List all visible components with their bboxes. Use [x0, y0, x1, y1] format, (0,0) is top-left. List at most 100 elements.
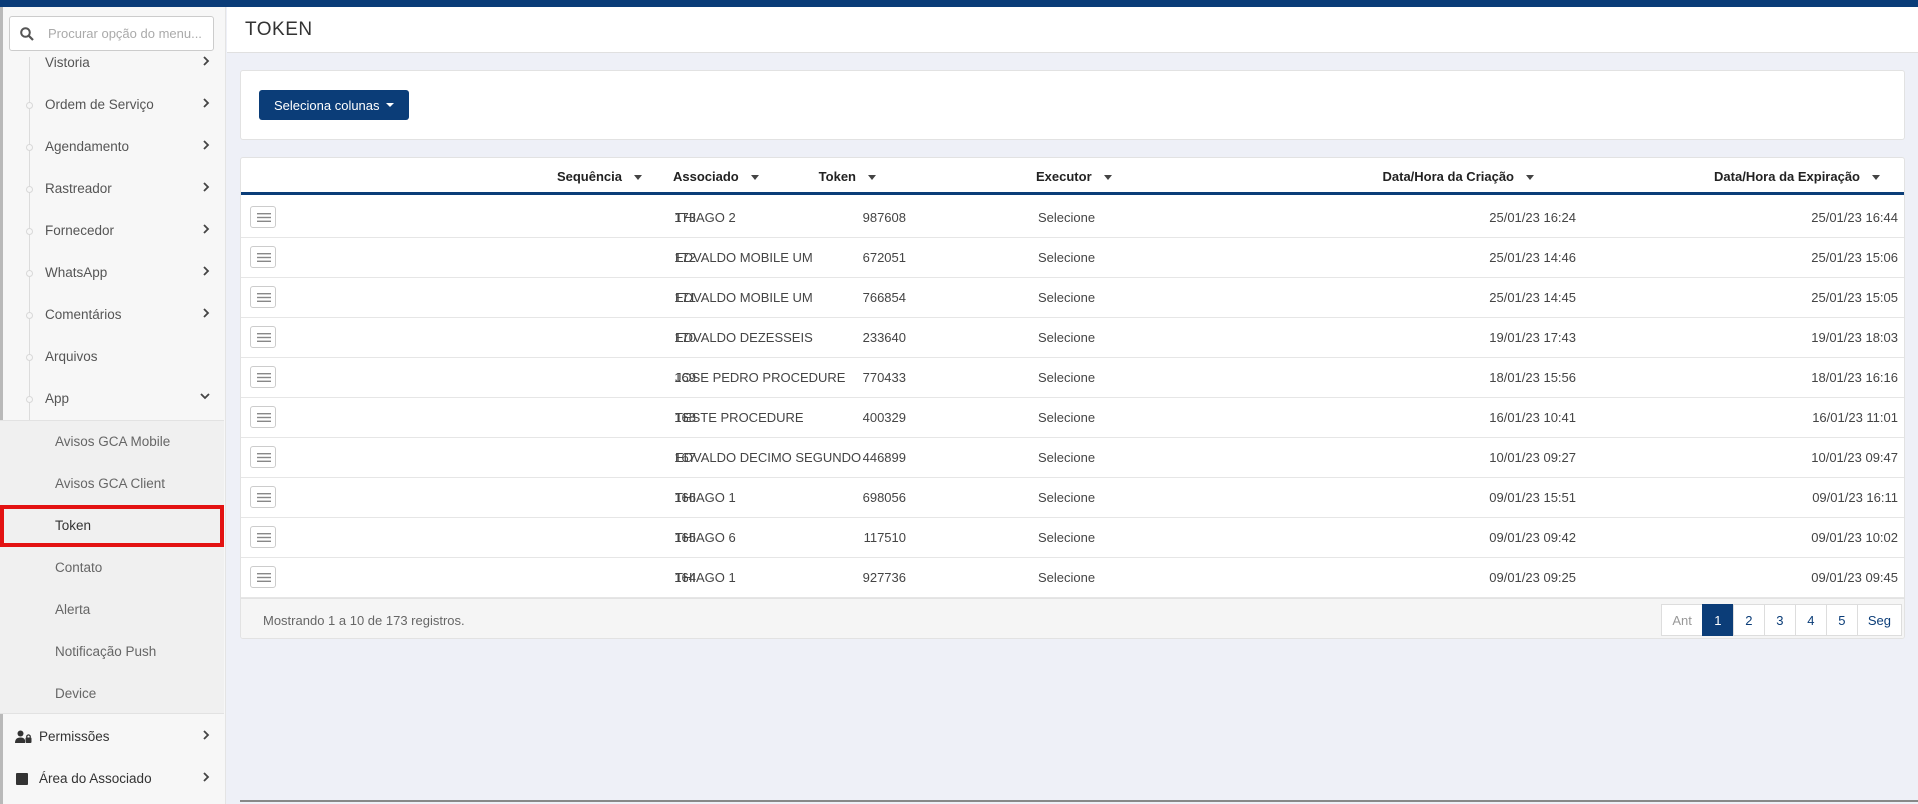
sidebar-item-area-associado[interactable]: Área do Associado [0, 758, 224, 800]
cell-executor[interactable]: Selecione [1038, 570, 1095, 585]
pagination-page-2[interactable]: 2 [1732, 604, 1765, 636]
cell-token: 770433 [862, 370, 906, 385]
submenu-item-avisos-gca-client[interactable]: Avisos GCA Client [0, 463, 224, 505]
table-row[interactable]: 173 987608 THIAGO 2 Selecione 25/01/23 16:24… [241, 198, 1904, 238]
sort-caret-icon [868, 175, 876, 181]
row-actions-button[interactable] [250, 206, 276, 228]
sort-caret-icon [634, 175, 642, 181]
cell-associado: EDVALDO MOBILE UM [675, 290, 813, 305]
column-header-sequencia[interactable]: Sequência [557, 169, 642, 184]
cell-data-criacao: 09/01/23 09:25 [1489, 570, 1576, 585]
submenu-item-alerta[interactable]: Alerta [0, 589, 224, 631]
row-actions-button[interactable] [250, 246, 276, 268]
submenu-item-label: Device [55, 686, 97, 701]
sidebar-item-label: App [45, 391, 70, 406]
menu-lines-icon [257, 253, 271, 262]
cell-executor[interactable]: Selecione [1038, 370, 1095, 385]
pagination-prev[interactable]: Ant [1661, 604, 1703, 636]
table-row[interactable]: 168 400329 TESTE PROCEDURE Selecione 16/01/2… [241, 398, 1904, 438]
table-row[interactable]: 165 117510 THIAGO 6 Selecione 09/01/23 09:42… [241, 518, 1904, 558]
sidebar-item-label: Fornecedor [45, 223, 115, 238]
row-actions-button[interactable] [250, 486, 276, 508]
row-actions-button[interactable] [250, 286, 276, 308]
cell-data-criacao: 25/01/23 14:45 [1489, 290, 1576, 305]
sidebar-item-label: Área do Associado [39, 771, 152, 786]
sidebar-item-fornecedor[interactable]: Fornecedor [0, 210, 224, 252]
cell-executor[interactable]: Selecione [1038, 450, 1095, 465]
table-header: Sequência Token Associado Executor Data/… [241, 158, 1904, 195]
sidebar-item-vistoria[interactable]: Vistoria [0, 42, 224, 84]
cell-executor[interactable]: Selecione [1038, 290, 1095, 305]
chevron-right-icon [203, 730, 210, 740]
column-header-label: Sequência [556, 169, 622, 184]
submenu-item-avisos-gca-mobile[interactable]: Avisos GCA Mobile [0, 421, 224, 463]
sidebar-item-permissoes[interactable]: Permissões [0, 716, 224, 758]
cell-executor[interactable]: Selecione [1038, 490, 1095, 505]
cell-executor[interactable]: Selecione [1038, 410, 1095, 425]
column-header-executor[interactable]: Executor [1036, 169, 1112, 184]
sidebar-item-label: Arquivos [45, 349, 98, 364]
submenu-item-device[interactable]: Device [0, 673, 224, 715]
select-columns-button[interactable]: Seleciona colunas [259, 90, 409, 120]
table-row[interactable]: 170 233640 EDVALDO DEZESSEIS Selecione 19/01… [241, 318, 1904, 358]
row-actions-button[interactable] [250, 446, 276, 468]
cell-executor[interactable]: Selecione [1038, 210, 1095, 225]
cell-executor[interactable]: Selecione [1038, 250, 1095, 265]
column-header-associado[interactable]: Associado [673, 169, 759, 184]
column-header-token[interactable]: Token [819, 169, 876, 184]
sidebar-item-arquivos[interactable]: Arquivos [0, 336, 224, 378]
page-header: TOKEN [227, 7, 1918, 53]
sidebar-item-label: Ordem de Serviço [45, 97, 154, 112]
sidebar-item-comentarios[interactable]: Comentários [0, 294, 224, 336]
cell-executor[interactable]: Selecione [1038, 330, 1095, 345]
column-header-expiracao[interactable]: Data/Hora da Expiração [1714, 169, 1880, 184]
column-header-criacao[interactable]: Data/Hora da Criação [1383, 169, 1534, 184]
pagination-next[interactable]: Seg [1856, 604, 1902, 636]
cell-data-expiracao: 25/01/23 16:44 [1811, 210, 1898, 225]
row-actions-button[interactable] [250, 566, 276, 588]
submenu-item-contato[interactable]: Contato [0, 547, 224, 589]
tree-node-dot [26, 354, 33, 361]
pagination-page-3[interactable]: 3 [1763, 604, 1796, 636]
cell-data-criacao: 19/01/23 17:43 [1489, 330, 1576, 345]
submenu-item-notificacao-push[interactable]: Notificação Push [0, 631, 224, 673]
table-row[interactable]: 171 766854 EDVALDO MOBILE UM Selecione 25/01… [241, 278, 1904, 318]
sidebar-item-rastreador[interactable]: Rastreador [0, 168, 224, 210]
row-actions-button[interactable] [250, 526, 276, 548]
cell-executor[interactable]: Selecione [1038, 530, 1095, 545]
table-row[interactable]: 164 927736 THIAGO 1 Selecione 09/01/23 09:25… [241, 558, 1904, 598]
menu-lines-icon [257, 213, 271, 222]
sidebar-item-agendamento[interactable]: Agendamento [0, 126, 224, 168]
cell-data-expiracao: 18/01/23 16:16 [1811, 370, 1898, 385]
column-header-label: Associado [673, 169, 739, 184]
pagination: Ant 1 2 3 4 5 Seg [1661, 604, 1902, 636]
tree-node-dot [26, 312, 33, 319]
cell-associado: TESTE PROCEDURE [675, 410, 804, 425]
user-lock-icon [15, 730, 32, 743]
sidebar-item-whatsapp[interactable]: WhatsApp [0, 252, 224, 294]
submenu-item-token[interactable]: Token [0, 505, 224, 547]
pagination-page-1[interactable]: 1 [1701, 604, 1734, 636]
row-actions-button[interactable] [250, 326, 276, 348]
cell-data-criacao: 09/01/23 09:42 [1489, 530, 1576, 545]
chevron-right-icon [203, 224, 210, 234]
menu-lines-icon [257, 453, 271, 462]
row-actions-button[interactable] [250, 406, 276, 428]
toolbar-panel: Seleciona colunas [240, 70, 1905, 140]
tree-node-dot [26, 396, 33, 403]
table-row[interactable]: 169 770433 JOSE PEDRO PROCEDURE Selecione 18… [241, 358, 1904, 398]
pagination-page-4[interactable]: 4 [1794, 604, 1827, 636]
app-submenu: Avisos GCA Mobile Avisos GCA Client Toke… [0, 420, 224, 714]
column-header-label: Executor [1036, 169, 1092, 184]
top-accent-bar [0, 0, 1918, 7]
row-actions-button[interactable] [250, 366, 276, 388]
table-row[interactable]: 172 672051 EDVALDO MOBILE UM Selecione 25/01… [241, 238, 1904, 278]
sidebar-item-app[interactable]: App [0, 378, 224, 420]
table-row[interactable]: 166 698056 THIAGO 1 Selecione 09/01/23 15:51… [241, 478, 1904, 518]
pagination-page-5[interactable]: 5 [1825, 604, 1858, 636]
submenu-item-label: Alerta [55, 602, 91, 617]
table-row[interactable]: 167 446899 EDVALDO DECIMO SEGUNDO Selecione… [241, 438, 1904, 478]
cell-token: 766854 [862, 290, 906, 305]
cell-data-expiracao: 25/01/23 15:06 [1811, 250, 1898, 265]
sidebar-item-ordem-servico[interactable]: Ordem de Serviço [0, 84, 224, 126]
